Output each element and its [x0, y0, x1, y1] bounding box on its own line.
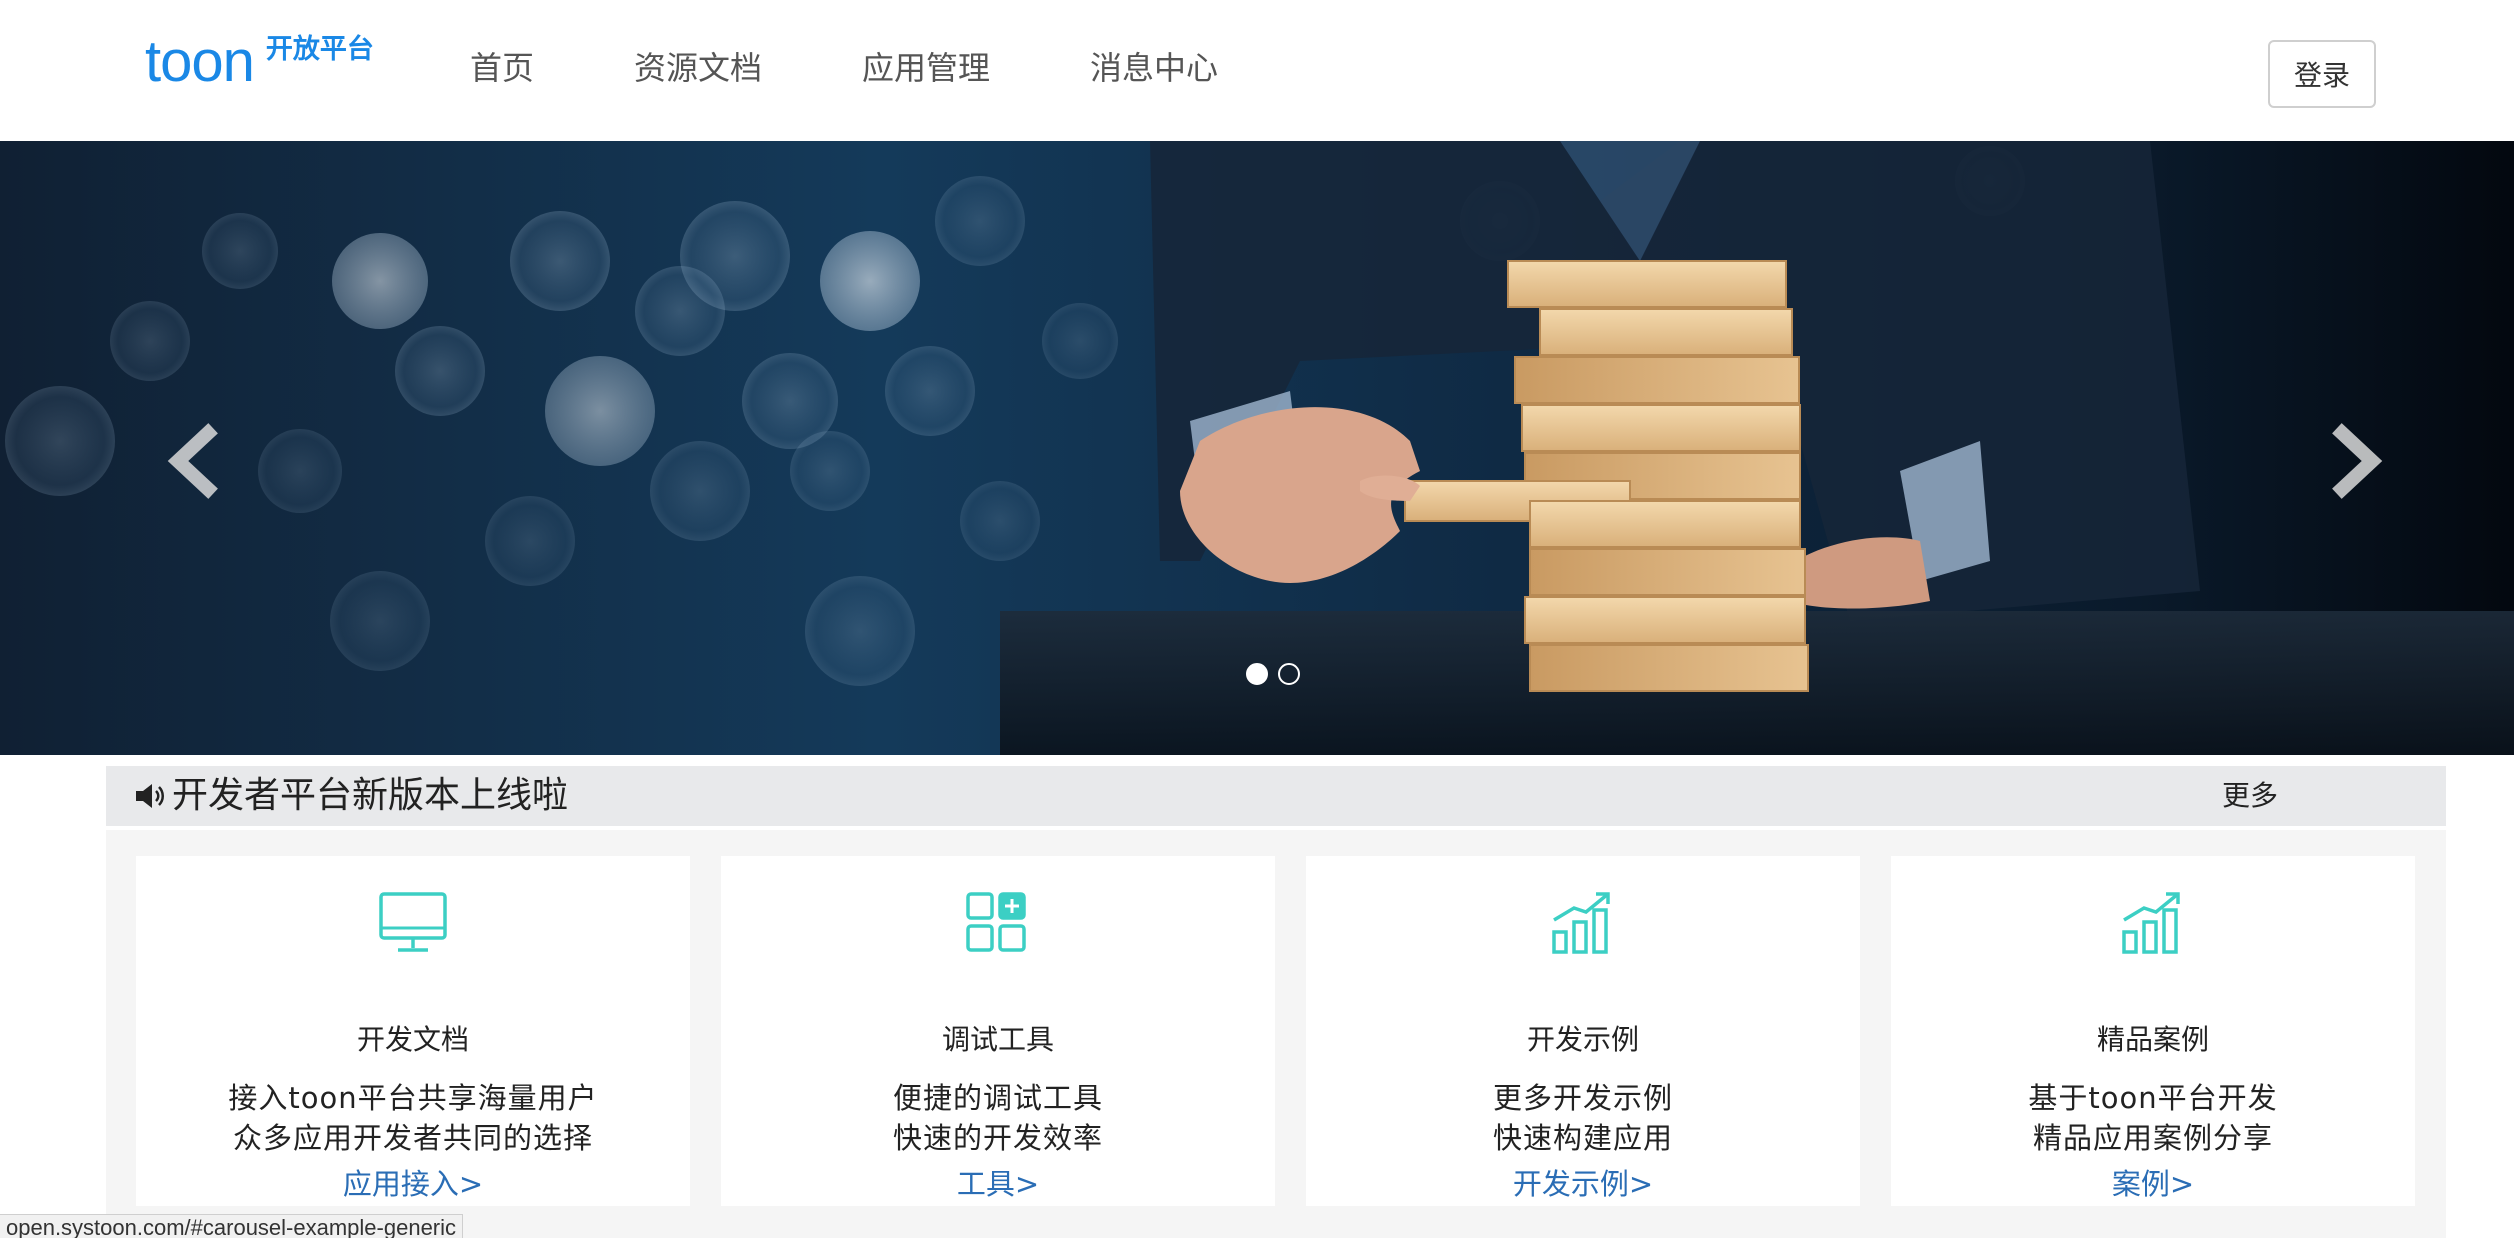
- browser-status-url: open.systoon.com/#carousel-example-gener…: [0, 1214, 464, 1238]
- hero-carousel: [0, 141, 2514, 755]
- card-desc-line: 更多开发示例: [1492, 1081, 1673, 1115]
- card-desc-line: 快速的开发效率: [892, 1121, 1103, 1155]
- card-title: 调试工具: [941, 1023, 1054, 1056]
- card-title: 精品案例: [2096, 1023, 2209, 1056]
- card-desc-line: 精品应用案例分享: [2032, 1121, 2273, 1155]
- grid-plus-icon: [966, 892, 1026, 952]
- announcement-text[interactable]: 开发者平台新版本上线啦: [172, 772, 568, 820]
- card-desc-line: 便捷的调试工具: [892, 1081, 1103, 1115]
- card-title: 开发示例: [1526, 1023, 1639, 1056]
- logo-subtitle: 开放平台: [265, 34, 374, 65]
- logo-wordmark: toon: [145, 29, 255, 94]
- nav-message-center[interactable]: 消息中心: [1090, 46, 1218, 90]
- card-link-examples[interactable]: 开发示例>: [1306, 1164, 1860, 1204]
- card-link-tools[interactable]: 工具>: [721, 1164, 1275, 1204]
- toon-logo[interactable]: toon 开放平台: [145, 32, 374, 92]
- card-description: 基于toon平台开发 精品应用案例分享: [1891, 1078, 2415, 1158]
- carousel-indicator-1[interactable]: [1246, 663, 1268, 685]
- nav-docs[interactable]: 资源文档: [634, 46, 762, 90]
- card-desc-line: 接入toon平台共享海量用户: [228, 1081, 598, 1115]
- card-desc-line: 基于toon平台开发: [2028, 1081, 2278, 1115]
- login-button[interactable]: 登录: [2268, 40, 2376, 108]
- announcement-bar: 开发者平台新版本上线啦 更多: [106, 766, 2446, 826]
- carousel-prev-icon[interactable]: [160, 421, 230, 501]
- carousel-indicator-2[interactable]: [1278, 663, 1300, 685]
- carousel-next-icon[interactable]: [2320, 421, 2390, 501]
- card-description: 便捷的调试工具 快速的开发效率: [721, 1078, 1275, 1158]
- speaker-icon: [136, 784, 164, 808]
- nav-home[interactable]: 首页: [470, 46, 534, 90]
- card-featured-cases: 精品案例 基于toon平台开发 精品应用案例分享 案例>: [1891, 856, 2415, 1206]
- more-link[interactable]: 更多: [2222, 778, 2278, 814]
- card-title: 开发文档: [356, 1023, 469, 1056]
- card-debug-tools: 调试工具 便捷的调试工具 快速的开发效率 工具>: [721, 856, 1275, 1206]
- card-desc-line: 快速构建应用: [1492, 1121, 1673, 1155]
- card-description: 接入toon平台共享海量用户 众多应用开发者共同的选择: [136, 1078, 690, 1158]
- main-nav: 首页 资源文档 应用管理 消息中心: [470, 46, 1318, 90]
- card-dev-examples: 开发示例 更多开发示例 快速构建应用 开发示例>: [1306, 856, 1860, 1206]
- top-header: toon 开放平台 首页 资源文档 应用管理 消息中心 登录: [0, 0, 2514, 141]
- nav-app-management[interactable]: 应用管理: [862, 46, 990, 90]
- card-dev-docs: 开发文档 接入toon平台共享海量用户 众多应用开发者共同的选择 应用接入>: [136, 856, 690, 1206]
- monitor-icon: [379, 892, 447, 952]
- growth-chart-icon: [2122, 892, 2180, 954]
- carousel-indicators: [1246, 663, 1310, 685]
- feature-cards: 开发文档 接入toon平台共享海量用户 众多应用开发者共同的选择 应用接入> 调…: [106, 830, 2446, 1238]
- card-link-cases[interactable]: 案例>: [1891, 1164, 2415, 1204]
- card-desc-line: 众多应用开发者共同的选择: [232, 1121, 593, 1155]
- growth-chart-icon: [1552, 892, 1610, 954]
- card-description: 更多开发示例 快速构建应用: [1306, 1078, 1860, 1158]
- card-link-app-access[interactable]: 应用接入>: [136, 1164, 690, 1204]
